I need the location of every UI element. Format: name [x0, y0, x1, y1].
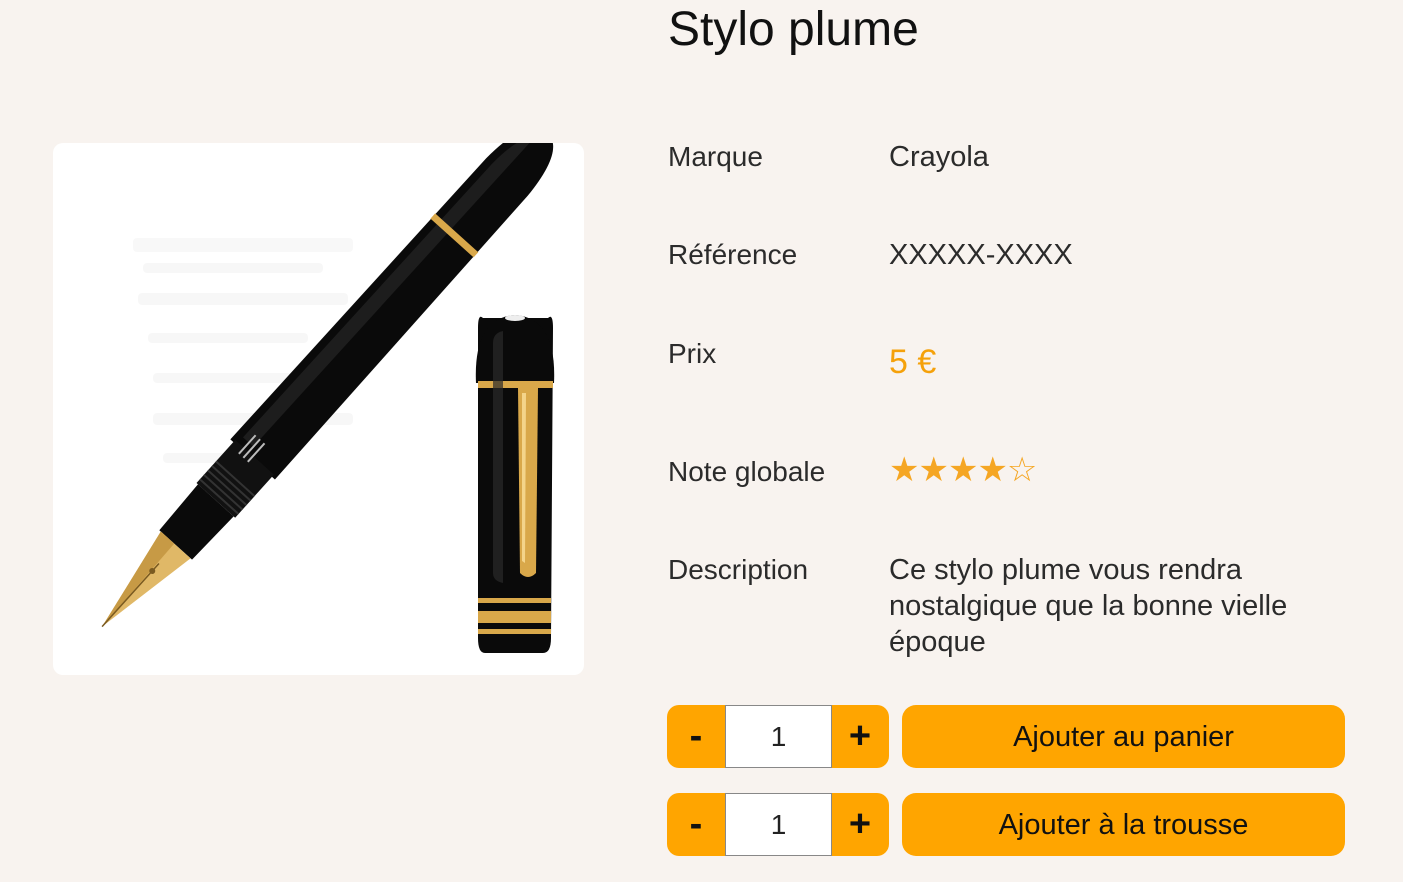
rating-stars: ★★★★☆ [889, 451, 1038, 489]
rating-empty-star-icon: ☆ [1006, 451, 1038, 489]
rating-filled-stars-icon: ★★★★ [889, 451, 1008, 489]
fountain-pen-illustration [101, 143, 555, 653]
brand-value: Crayola [889, 141, 989, 173]
reference-value: XXXXX-XXXX [889, 239, 1073, 271]
reference-label: Référence [668, 239, 798, 270]
brand-label: Marque [668, 141, 763, 172]
description-value: Ce stylo plume vous rendra nostalgique q… [889, 554, 1288, 658]
kit-increment-button[interactable]: + [831, 793, 889, 856]
price-label: Prix [668, 338, 717, 369]
kit-quantity-stepper: - + [667, 793, 889, 856]
description-label: Description [668, 554, 809, 585]
price-value: 5 € [889, 343, 937, 381]
page-title: Stylo plume [668, 3, 919, 56]
kit-quantity-input[interactable] [725, 793, 832, 856]
cart-quantity-input[interactable] [725, 705, 832, 768]
cart-increment-button[interactable]: + [831, 705, 889, 768]
product-image [53, 143, 584, 675]
cart-decrement-button[interactable]: - [667, 705, 725, 768]
add-to-kit-button[interactable]: Ajouter à la trousse [902, 793, 1345, 856]
product-page: Stylo plume Marque Crayola Référence XXX… [0, 0, 1403, 882]
cart-quantity-stepper: - + [667, 705, 889, 768]
add-to-cart-button[interactable]: Ajouter au panier [902, 705, 1345, 768]
kit-decrement-button[interactable]: - [667, 793, 725, 856]
rating-label: Note globale [668, 456, 826, 487]
